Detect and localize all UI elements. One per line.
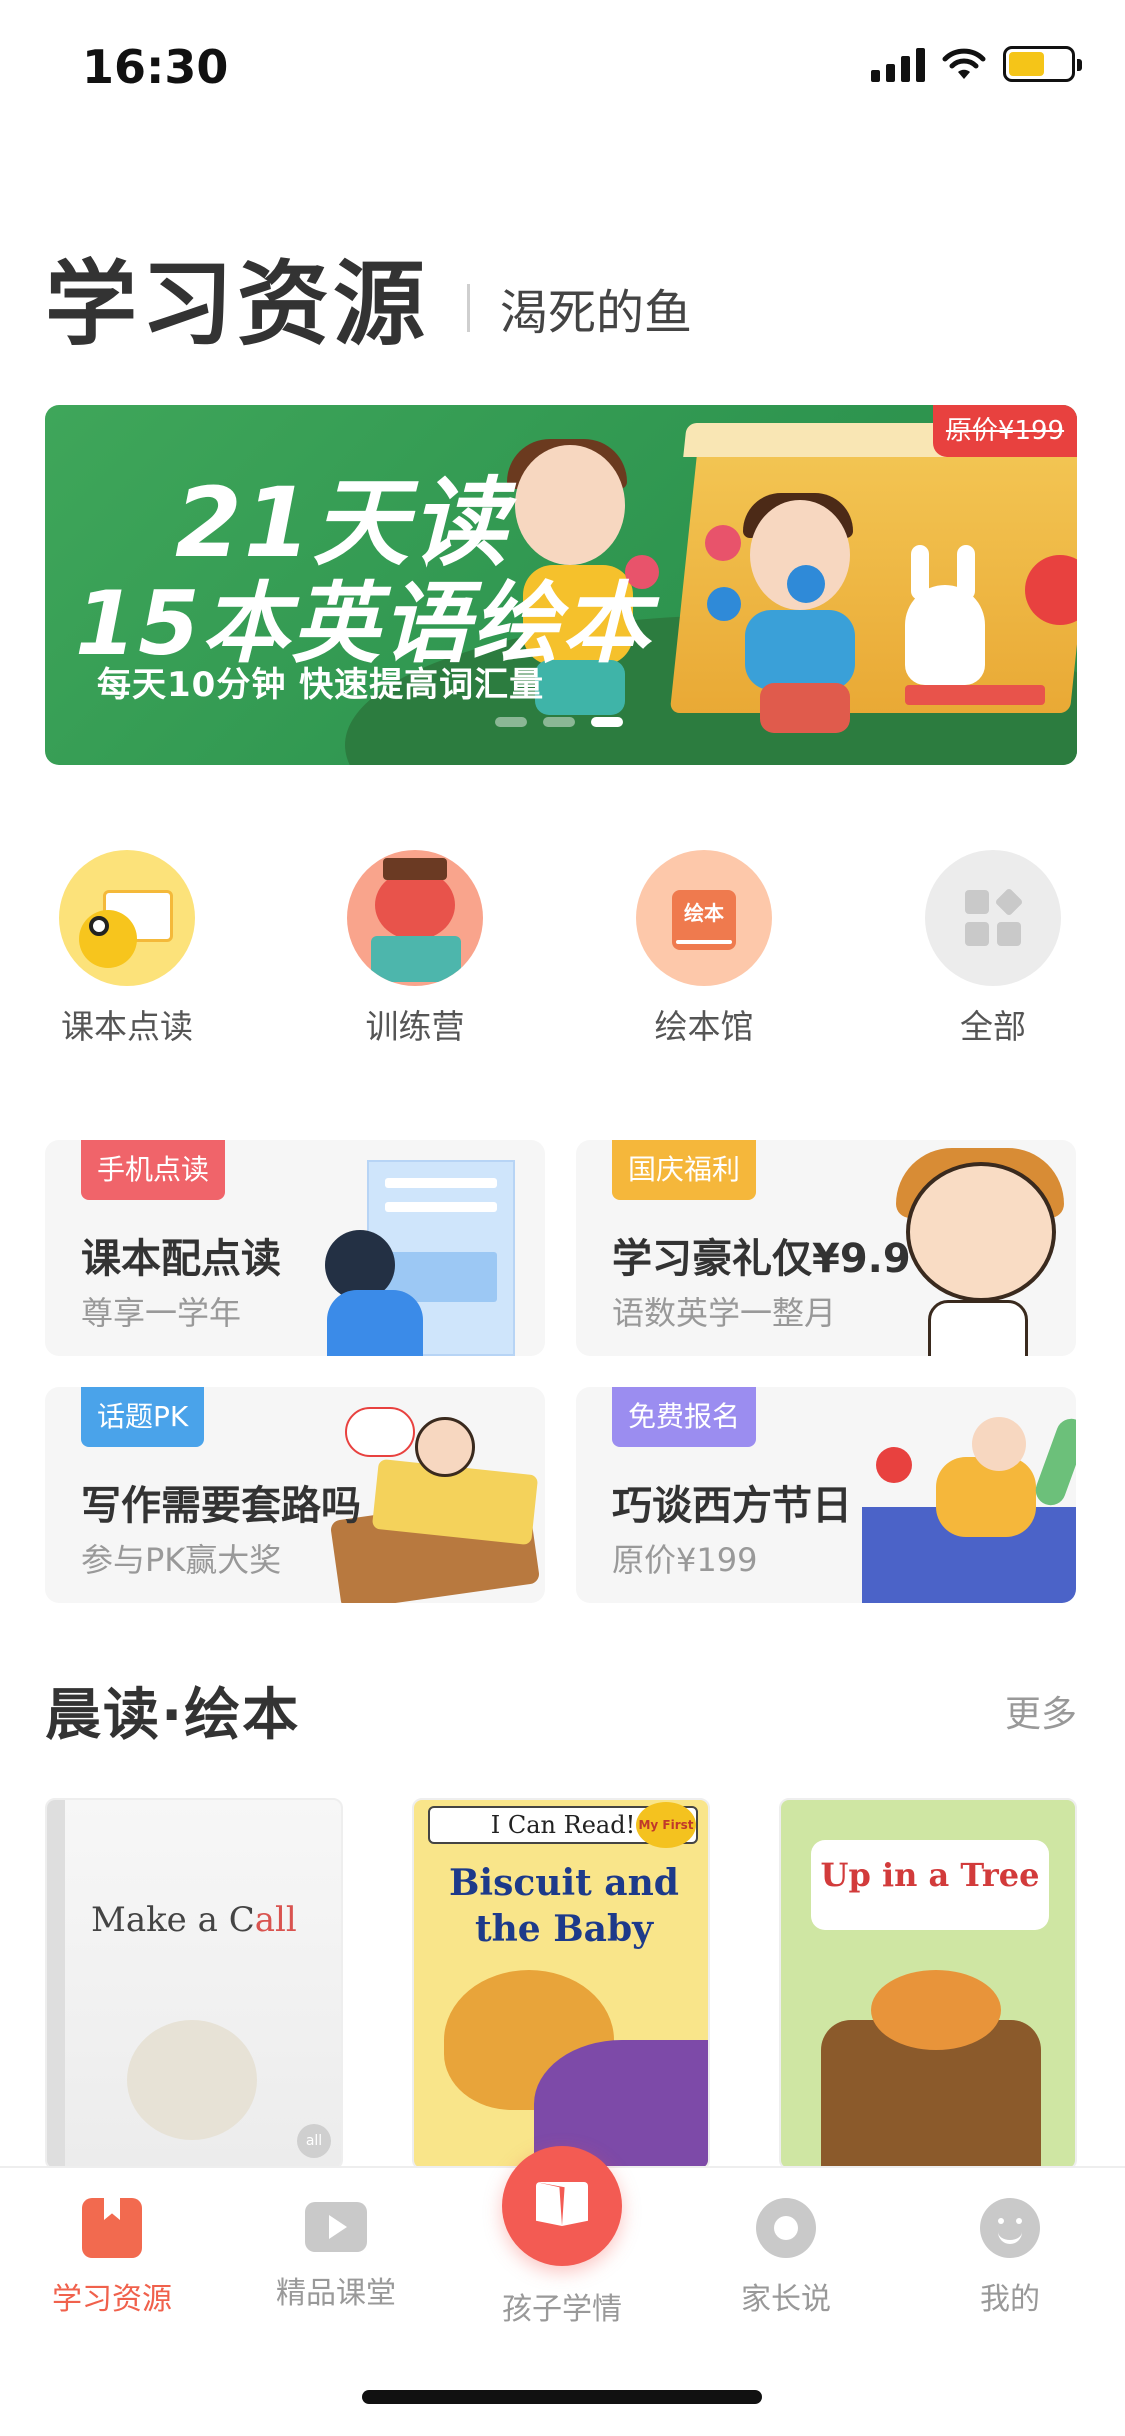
book-level-sticker: My First	[636, 1802, 696, 1848]
tab-label: 家长说	[741, 2282, 831, 2317]
promo-banner[interactable]: 21天读 15本英语绘本 每天10分钟 快速提高词汇量 原价¥199	[45, 405, 1077, 765]
bunny-illustration	[905, 585, 985, 685]
tab-label: 精品课堂	[276, 2276, 396, 2311]
book-title: Make a Call	[91, 1900, 297, 1940]
page-title: 学习资源	[45, 251, 430, 358]
training-camp-icon	[347, 850, 483, 986]
book-cover-biscuit-and-the-baby[interactable]: I Can Read! My First Biscuit and the Bab…	[412, 1798, 710, 2170]
banner-tagline: 每天10分钟 快速提高词汇量	[97, 665, 545, 705]
open-book-icon	[502, 2146, 622, 2266]
tab-child-progress[interactable]: 孩子学情	[482, 2146, 642, 2328]
carousel-dot-active[interactable]	[591, 717, 623, 727]
carousel-indicator[interactable]	[495, 717, 623, 727]
cellular-signal-icon	[871, 46, 925, 82]
tab-parents-talk[interactable]: 家长说	[706, 2198, 866, 2318]
aperture-icon	[756, 2198, 816, 2258]
bookmark-icon	[82, 2198, 142, 2258]
book-list: Make a Call all I Can Read! My First Bis…	[45, 1798, 1077, 2170]
feature-card-holiday-deal[interactable]: 国庆福利 学习豪礼仅¥9.9 语数英学一整月	[576, 1140, 1076, 1356]
banner-price-tag: 原价¥199	[933, 405, 1077, 457]
book-title: Up in a Tree	[820, 1856, 1040, 1894]
card-title: 巧谈西方节日	[612, 1483, 852, 1529]
card-subtitle: 语数英学一整月	[612, 1294, 837, 1332]
more-link[interactable]: 更多	[1005, 1685, 1077, 1737]
cat-illustration	[871, 1970, 1001, 2050]
video-play-icon	[305, 2202, 367, 2252]
user-name: 渴死的鱼	[500, 284, 693, 341]
section-title: 晨读·绘本	[45, 1683, 301, 1748]
quick-link-label: 训练营	[365, 1007, 465, 1046]
tab-label: 孩子学情	[502, 2292, 622, 2327]
card-title: 学习豪礼仅¥9.9	[612, 1236, 911, 1282]
card-title: 写作需要套路吗	[81, 1483, 361, 1529]
title-divider	[467, 283, 471, 332]
carousel-dot[interactable]	[495, 717, 527, 727]
feature-card-western-holidays[interactable]: 免费报名 巧谈西方节日 原价¥199	[576, 1387, 1076, 1603]
card-tag: 免费报名	[612, 1387, 757, 1447]
quick-link-label: 课本点读	[61, 1007, 193, 1046]
quick-link-training-camp[interactable]: 训练营	[315, 850, 515, 1048]
card-subtitle: 原价¥199	[612, 1541, 758, 1579]
book-title: Biscuit and the Baby	[449, 1862, 679, 1950]
home-indicator[interactable]	[362, 2390, 762, 2404]
carousel-dot[interactable]	[543, 717, 575, 727]
book-illustration	[127, 2020, 257, 2140]
smiley-icon	[980, 2198, 1040, 2258]
tab-label: 我的	[980, 2282, 1040, 2317]
tab-learning-resources[interactable]: 学习资源	[32, 2198, 192, 2318]
picture-book-icon: 绘本	[636, 850, 772, 986]
tab-label: 学习资源	[52, 2282, 172, 2317]
tab-me[interactable]: 我的	[930, 2198, 1090, 2318]
status-time: 16:30	[82, 40, 229, 94]
banner-book-illustration	[669, 423, 1077, 713]
quick-link-label: 绘本馆	[654, 1007, 754, 1046]
textbook-reading-icon	[59, 850, 195, 986]
feature-card-textbook[interactable]: 手机点读 课本配点读 尊享一学年	[45, 1140, 545, 1356]
wifi-icon	[942, 48, 986, 79]
quick-link-label: 全部	[960, 1007, 1026, 1046]
quick-link-picture-books[interactable]: 绘本 绘本馆	[604, 850, 804, 1048]
banner-kid-illustration	[515, 445, 625, 565]
quick-link-all[interactable]: 全部	[893, 850, 1093, 1048]
status-bar: 16:30	[0, 0, 1125, 140]
card-subtitle: 参与PK赢大奖	[81, 1541, 282, 1579]
book-cover-make-a-call[interactable]: Make a Call all	[45, 1798, 343, 2170]
book-cover-up-in-a-tree[interactable]: Up in a Tree	[779, 1798, 1077, 2170]
section-header: 晨读·绘本 更多	[45, 1670, 1077, 1751]
book-badge: all	[297, 2124, 331, 2158]
winking-boy-illustration	[906, 1162, 1056, 1302]
card-tag: 手机点读	[81, 1140, 226, 1200]
card-title: 课本配点读	[81, 1236, 281, 1282]
card-tag: 话题PK	[81, 1387, 205, 1447]
tab-premium-courses[interactable]: 精品课堂	[256, 2198, 416, 2312]
feature-card-writing-pk[interactable]: 话题PK 写作需要套路吗 参与PK赢大奖	[45, 1387, 545, 1603]
quick-link-textbook-reading[interactable]: 课本点读	[27, 850, 227, 1048]
card-subtitle: 尊享一学年	[81, 1294, 242, 1332]
status-icons	[871, 46, 1082, 82]
card-tag: 国庆福利	[612, 1140, 757, 1200]
battery-icon	[1003, 46, 1082, 82]
all-grid-icon	[925, 850, 1061, 986]
page-header: 学习资源 渴死的鱼	[45, 230, 692, 363]
